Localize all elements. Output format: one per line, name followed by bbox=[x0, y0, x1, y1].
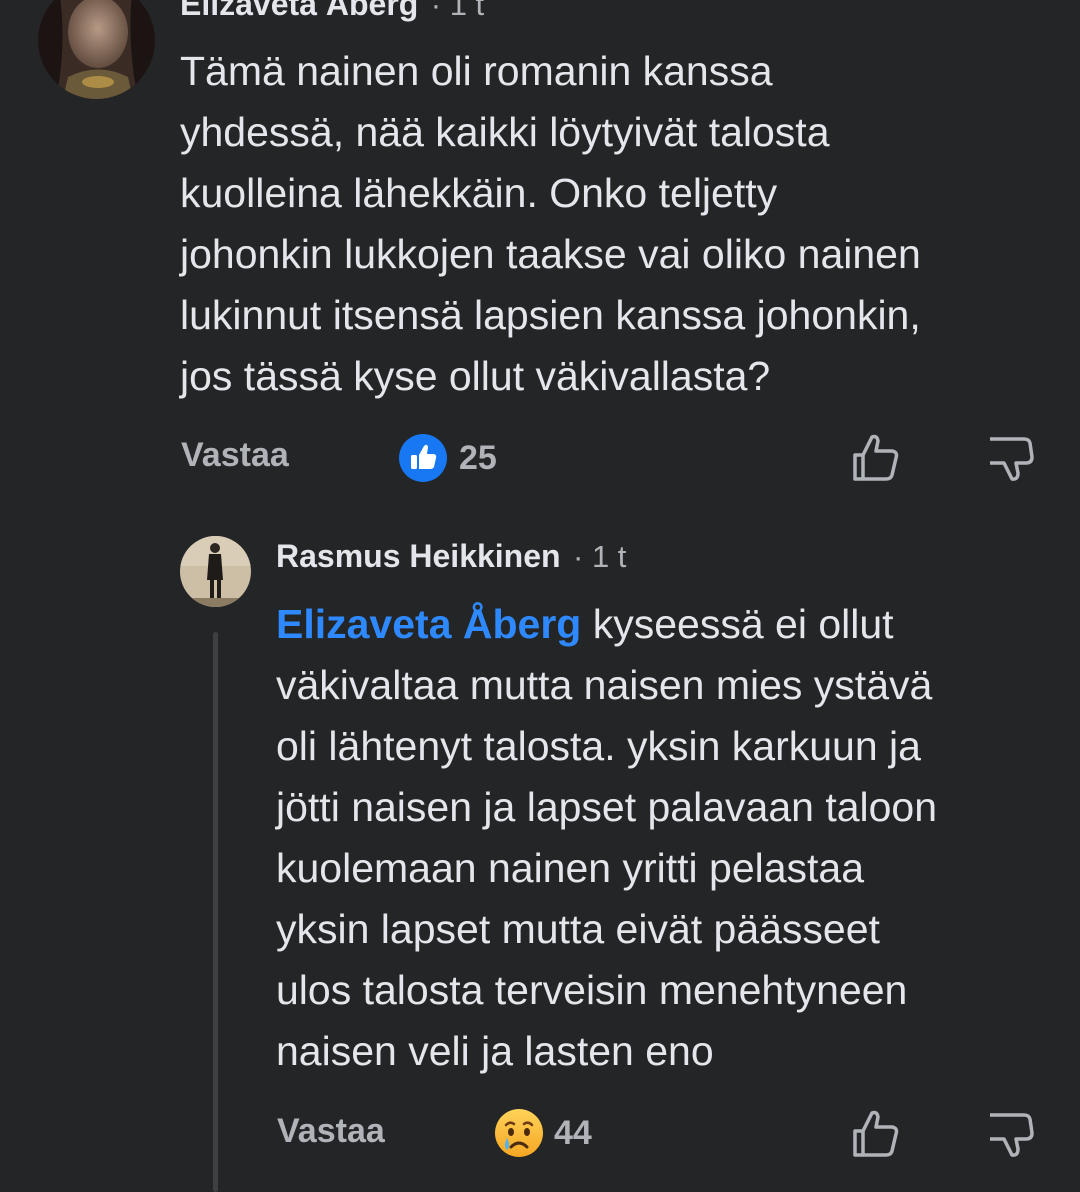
comment-text-line: yhdessä, nää kaikki löytyivät talosta bbox=[180, 109, 830, 155]
avatar[interactable] bbox=[180, 536, 251, 607]
reply-text-line: jötti naisen ja lapset palavaan taloon bbox=[276, 784, 938, 830]
reply-text-line: kuolemaan nainen yritti pelastaa bbox=[276, 845, 865, 891]
mention-link[interactable]: Elizaveta Åberg bbox=[276, 601, 581, 647]
reply-time: · 1 t bbox=[573, 539, 627, 574]
comment-time: · 1 t bbox=[430, 0, 485, 22]
dislike-button[interactable] bbox=[984, 433, 1036, 483]
like-button[interactable] bbox=[850, 433, 902, 483]
reaction-summary[interactable]: 44 bbox=[494, 1108, 592, 1158]
reply-text-line: Elizaveta Åberg kyseessä ei ollut bbox=[276, 594, 1066, 655]
reply-text-line: ulos talosta terveisin menehtyneen bbox=[276, 967, 908, 1013]
reply-button[interactable]: Vastaa bbox=[181, 436, 289, 475]
reaction-count: 25 bbox=[459, 438, 497, 477]
thread-line bbox=[213, 632, 218, 1192]
avatar[interactable] bbox=[38, 0, 155, 99]
dislike-button[interactable] bbox=[984, 1109, 1036, 1159]
comment-text-line: kuolleina lähekkäin. Onko teljetty bbox=[180, 170, 778, 216]
reply-text-line: oli lähtenyt talosta. yksin karkuun ja bbox=[276, 723, 921, 769]
comment-text-line: Tämä nainen oli romanin kanssa bbox=[180, 48, 773, 94]
reply-text: Elizaveta Åberg kyseessä ei ollut väkiva… bbox=[276, 594, 1066, 1082]
comment-text-line: johonkin lukkojen taakse vai oliko naine… bbox=[180, 231, 921, 277]
reply-text-line: yksin lapset mutta eivät päässeet bbox=[276, 906, 880, 952]
thumbs-up-icon bbox=[853, 1110, 899, 1157]
reaction-summary[interactable]: 25 bbox=[399, 434, 497, 482]
like-icon bbox=[399, 434, 447, 482]
reply-text-line: naisen veli ja lasten eno bbox=[276, 1028, 714, 1074]
reaction-count: 44 bbox=[554, 1113, 592, 1152]
thumbs-down-icon bbox=[990, 1113, 1034, 1157]
reply-first-line-rest: kyseessä ei ollut bbox=[581, 601, 894, 647]
thumbs-down-icon bbox=[990, 437, 1034, 481]
comment-text-line: lukinnut itsensä lapsien kanssa johonkin… bbox=[180, 292, 921, 338]
reply-author[interactable]: Rasmus Heikkinen bbox=[276, 538, 561, 574]
comment-author[interactable]: Elizaveta Åberg bbox=[180, 0, 418, 22]
reply-button[interactable]: Vastaa bbox=[277, 1112, 385, 1151]
reply-text-line: väkivaltaa mutta naisen mies ystävä bbox=[276, 662, 933, 708]
comment-text-line: jos tässä kyse ollut väkivallasta? bbox=[180, 353, 771, 399]
sad-crying-face-icon bbox=[494, 1108, 544, 1158]
like-button[interactable] bbox=[850, 1109, 902, 1159]
comment-text: Tämä nainen oli romanin kanssa yhdessä, … bbox=[180, 41, 1060, 407]
thumbs-up-icon bbox=[853, 434, 899, 481]
